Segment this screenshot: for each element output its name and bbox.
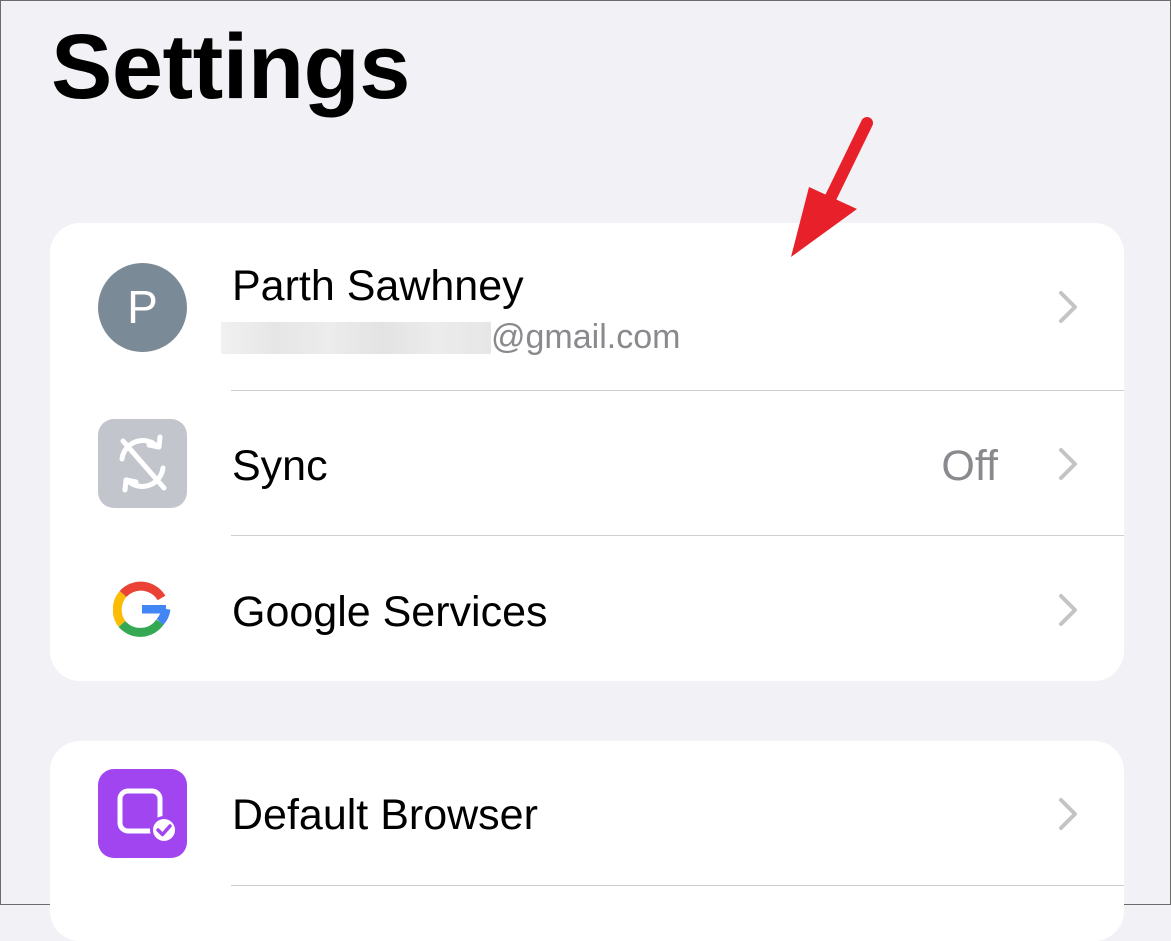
google-g-icon xyxy=(113,581,171,637)
sync-off-icon xyxy=(98,419,187,508)
chevron-right-icon xyxy=(1059,798,1077,830)
browser-settings-group: Default Browser xyxy=(50,741,1124,941)
account-settings-group: P Parth Sawhney @gmail.com Sync Off Goog… xyxy=(50,223,1124,681)
chevron-right-icon xyxy=(1059,291,1077,323)
divider xyxy=(231,885,1124,886)
default-browser-label: Default Browser xyxy=(232,791,538,839)
email-redaction xyxy=(221,322,491,354)
chevron-right-icon xyxy=(1059,594,1077,626)
account-name: Parth Sawhney xyxy=(232,262,524,310)
default-browser-icon xyxy=(98,769,187,858)
avatar: P xyxy=(98,263,187,352)
google-services-row[interactable]: Google Services xyxy=(50,536,1124,681)
page-title: Settings xyxy=(51,16,410,118)
account-row[interactable]: P Parth Sawhney @gmail.com xyxy=(50,223,1124,390)
chevron-right-icon xyxy=(1059,448,1077,480)
sync-row[interactable]: Sync Off xyxy=(50,391,1124,535)
sync-status: Off xyxy=(941,442,998,490)
google-services-label: Google Services xyxy=(232,588,548,636)
sync-label: Sync xyxy=(232,442,328,490)
default-browser-row[interactable]: Default Browser xyxy=(50,741,1124,886)
account-email: @gmail.com xyxy=(491,318,681,356)
